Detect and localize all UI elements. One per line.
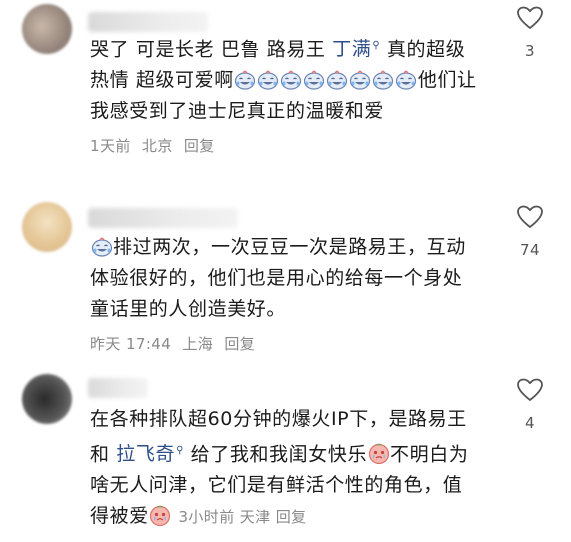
avatar[interactable]	[22, 4, 72, 54]
comment-location: 天津	[239, 508, 271, 527]
search-icon: ⚲	[176, 445, 184, 456]
cry-emoji-icon	[368, 443, 389, 465]
avatar[interactable]	[22, 374, 72, 424]
emoji-group	[149, 505, 172, 527]
reply-button[interactable]: 回复	[224, 335, 255, 353]
laugh-emoji-icon	[258, 70, 279, 90]
comment-text: 在各种排队超60分钟的爆火IP下，是路易王和 拉飞奇⚲ 给了我和我闺女快乐 不明白…	[90, 408, 469, 528]
comment-time: 3小时前	[178, 508, 235, 527]
comment-location: 北京	[141, 137, 173, 155]
heart-icon	[517, 378, 543, 401]
laugh-emoji-icon	[396, 70, 417, 90]
laugh-emoji-icon	[281, 70, 302, 90]
emoji-group	[90, 236, 113, 258]
comment-text: 哭了 可是长老 巴鲁 路易王 丁满⚲ 真的超级热情 超级可爱啊 他们让我感受到了迪…	[90, 38, 477, 123]
username-blurred[interactable]	[88, 12, 208, 32]
laugh-emoji-icon	[350, 70, 371, 90]
mention-link[interactable]: 拉飞奇⚲	[116, 443, 184, 465]
laugh-emoji-icon	[304, 70, 325, 90]
laugh-emoji-icon	[373, 70, 394, 90]
comment-meta: 昨天 17:44 上海 回复	[90, 333, 261, 354]
username-blurred[interactable]	[88, 378, 148, 398]
heart-icon	[517, 6, 543, 29]
like-button[interactable]: 74	[510, 205, 550, 259]
heart-icon	[517, 205, 543, 228]
comment-meta: 1天前 北京 回复	[90, 135, 221, 156]
emoji-group	[234, 69, 418, 91]
comment-location: 上海	[182, 335, 214, 353]
comment-time: 昨天 17:44	[90, 335, 172, 353]
laugh-emoji-icon	[235, 70, 256, 90]
avatar[interactable]	[22, 202, 72, 252]
like-count: 3	[524, 42, 536, 60]
reply-button[interactable]: 回复	[184, 137, 215, 155]
comment-time: 1天前	[90, 137, 131, 155]
comment-meta: 3小时前 天津 回复	[178, 508, 306, 526]
laugh-emoji-icon	[327, 70, 348, 90]
username-blurred[interactable]	[88, 208, 238, 228]
reply-button[interactable]: 回复	[276, 508, 307, 526]
like-button[interactable]: 4	[510, 378, 550, 432]
like-count: 4	[524, 414, 536, 432]
emoji-group	[367, 443, 390, 465]
cry-emoji-icon	[150, 505, 171, 527]
comment-text: 排过两次，一次豆豆一次是路易王，互动体验很好的，他们也是用心的给每一个身处童话里…	[90, 236, 466, 320]
mention-link[interactable]: 丁满⚲	[332, 38, 380, 60]
laugh-emoji-icon	[91, 237, 112, 257]
like-count: 74	[519, 241, 541, 259]
like-button[interactable]: 3	[510, 6, 550, 60]
